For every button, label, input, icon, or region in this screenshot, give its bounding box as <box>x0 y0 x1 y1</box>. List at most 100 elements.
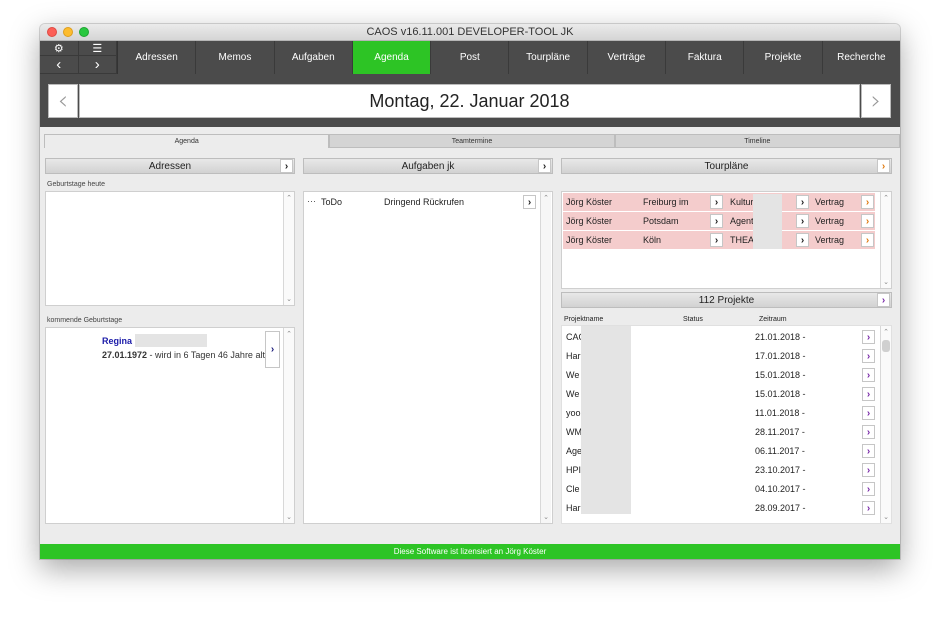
tour-person: Jörg Köster <box>566 235 613 245</box>
project-period: 28.11.2017 - <box>755 427 805 437</box>
project-period: 28.09.2017 - <box>755 503 806 513</box>
tab-agenda[interactable]: Agenda <box>352 41 432 74</box>
redacted-surname <box>135 334 207 347</box>
tourplaene-header[interactable]: Tourpläne <box>561 158 892 174</box>
tour-venue-open-button[interactable]: › <box>796 233 809 247</box>
tour-contract-open-button[interactable]: › <box>861 214 874 228</box>
tab-aufgaben[interactable]: Aufgaben <box>275 41 353 74</box>
aufgaben-open-button[interactable]: › <box>538 159 551 173</box>
projekte-list: CAO 16 201821.01.2018 - Har für17.01.201… <box>561 325 892 524</box>
projekte-open-button[interactable]: › <box>877 293 890 307</box>
subtab-agenda[interactable]: Agenda <box>44 134 330 148</box>
tour-city: Freiburg im <box>643 197 689 207</box>
tour-venue-open-button[interactable]: › <box>796 214 809 228</box>
tour-city: Köln <box>643 235 662 245</box>
tour-city-open-button[interactable]: › <box>710 233 723 247</box>
project-open-button[interactable]: › <box>862 387 875 401</box>
upcoming-birthdays-scrollbar[interactable]: ⌃ ⌄ <box>283 328 294 523</box>
tab-adressen[interactable]: Adressen <box>118 41 197 74</box>
previous-day-button[interactable]: ‹ <box>48 84 78 118</box>
tour-contract: Vertrag <box>815 197 845 207</box>
project-period: 15.01.2018 - <box>755 370 806 380</box>
app-window: CAOS v16.11.001 DEVELOPER-TOOL JK ⚙ ☰ ‹ … <box>40 24 900 559</box>
gear-icon[interactable]: ⚙ <box>40 41 79 56</box>
project-open-button[interactable]: › <box>862 482 875 496</box>
next-day-button[interactable]: › <box>861 84 891 118</box>
redacted-project-names <box>581 326 631 514</box>
birthday-name[interactable]: Regina <box>102 336 132 346</box>
zoom-window-button[interactable] <box>79 27 89 37</box>
menu-icon[interactable]: ☰ <box>78 41 117 56</box>
todo-open-button[interactable]: › <box>523 195 536 209</box>
tourplaene-list: Jörg Köster Freiburg im Kultur Vertrag J… <box>561 191 892 289</box>
tab-recherche[interactable]: Recherche <box>823 41 900 74</box>
todo-title[interactable]: Dringend Rückrufen <box>384 197 464 207</box>
aufgaben-list: ··· ToDo Dringend Rückrufen › <box>303 191 553 524</box>
project-open-button[interactable]: › <box>862 349 875 363</box>
projekte-scrollbar[interactable]: ⌃ ⌄ <box>880 326 891 523</box>
redacted-venue <box>753 194 782 249</box>
project-open-button[interactable]: › <box>862 406 875 420</box>
aufgaben-header[interactable]: Aufgaben jk <box>303 158 553 174</box>
tour-contract: Vertrag <box>815 216 845 226</box>
project-open-button[interactable]: › <box>862 463 875 477</box>
tourplaene-scrollbar[interactable]: ⌃ ⌄ <box>880 192 891 288</box>
subtab-timeline[interactable]: Timeline <box>614 134 900 148</box>
minimize-window-button[interactable] <box>63 27 73 37</box>
project-open-button[interactable]: › <box>862 368 875 382</box>
tour-city-open-button[interactable]: › <box>710 195 723 209</box>
tab-post[interactable]: Post <box>431 41 510 74</box>
tab-tourplaene[interactable]: Tourpläne <box>509 41 588 74</box>
aufgaben-scrollbar[interactable]: ⌃ ⌄ <box>540 192 551 523</box>
birthdays-today-label: Geburtstage heute <box>47 181 105 188</box>
project-open-button[interactable]: › <box>862 425 875 439</box>
tab-projekte[interactable]: Projekte <box>744 41 823 74</box>
tourplaene-header-label: Tourpläne <box>704 160 749 172</box>
upcoming-birthdays-label: kommende Geburtstage <box>47 317 123 324</box>
tour-city: Potsdam <box>643 216 679 226</box>
tab-faktura[interactable]: Faktura <box>666 41 745 74</box>
tab-vertraege[interactable]: Verträge <box>588 41 667 74</box>
project-period: 15.01.2018 - <box>755 389 806 399</box>
projekte-header[interactable]: 112 Projekte <box>561 292 892 308</box>
tab-memos[interactable]: Memos <box>196 41 275 74</box>
project-period: 21.01.2018 - <box>755 332 806 342</box>
project-period: 17.01.2018 - <box>755 351 806 361</box>
projekte-scroll-thumb[interactable] <box>882 340 890 352</box>
todo-menu-icon[interactable]: ··· <box>307 196 316 206</box>
projekte-header-label: 112 Projekte <box>698 294 755 306</box>
tour-city-open-button[interactable]: › <box>710 214 723 228</box>
tour-venue-open-button[interactable]: › <box>796 195 809 209</box>
project-open-button[interactable]: › <box>862 444 875 458</box>
tour-person: Jörg Köster <box>566 216 613 226</box>
forward-arrow-icon[interactable]: › <box>78 56 117 74</box>
tour-contract-open-button[interactable]: › <box>861 233 874 247</box>
subtab-teamtermine[interactable]: Teamtermine <box>329 134 615 148</box>
project-period: 04.10.2017 - <box>755 484 806 494</box>
subtab-bar: Agenda Teamtermine Timeline <box>44 134 900 148</box>
license-footer: Diese Software ist lizensiert an Jörg Kö… <box>40 544 900 559</box>
project-open-button[interactable]: › <box>862 501 875 515</box>
toolbar-controls: ⚙ ☰ ‹ › <box>40 41 118 74</box>
birthday-text: - wird in 6 Tagen 46 Jahre alt <box>147 350 265 360</box>
tourplaene-open-button[interactable]: › <box>877 159 890 173</box>
todo-type: ToDo <box>321 197 343 207</box>
close-window-button[interactable] <box>47 27 57 37</box>
license-text: Diese Software ist lizensiert an Jörg Kö… <box>393 547 547 556</box>
project-period: 06.11.2017 - <box>755 446 805 456</box>
current-date: Montag, 22. Januar 2018 <box>79 84 860 118</box>
project-period: 11.01.2018 - <box>755 408 805 418</box>
birthdays-today-scrollbar[interactable]: ⌃ ⌄ <box>283 192 294 305</box>
aufgaben-header-label: Aufgaben jk <box>401 160 455 172</box>
birthday-info: 27.01.1972 - wird in 6 Tagen 46 Jahre al… <box>102 350 265 360</box>
adressen-header[interactable]: Adressen <box>45 158 295 174</box>
project-name: yoo <box>566 408 581 418</box>
adressen-open-button[interactable]: › <box>280 159 293 173</box>
birthday-open-button[interactable]: › <box>265 331 280 368</box>
project-open-button[interactable]: › <box>862 330 875 344</box>
tour-contract-open-button[interactable]: › <box>861 195 874 209</box>
column-zeitraum: Zeitraum <box>759 316 787 323</box>
back-arrow-icon[interactable]: ‹ <box>40 56 79 74</box>
project-period: 23.10.2017 - <box>755 465 806 475</box>
column-projektname: Projektname <box>564 316 604 323</box>
